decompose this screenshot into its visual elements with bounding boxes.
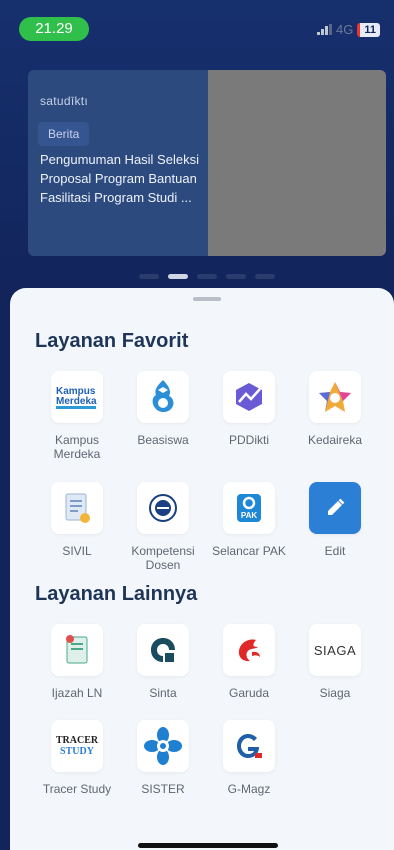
status-indicators: 4G 11 bbox=[317, 22, 380, 37]
service-label: Kompetensi Dosen bbox=[131, 544, 195, 572]
service-label: Beasiswa bbox=[137, 433, 189, 447]
service-label: Kedaireka bbox=[307, 433, 363, 447]
banner-brand: satudīktı bbox=[40, 94, 89, 108]
beasiswa-logo-icon bbox=[137, 371, 189, 423]
sheet-drag-handle[interactable] bbox=[193, 297, 221, 301]
kompetensi-dosen-seal-icon bbox=[137, 482, 189, 534]
favorites-title: Layanan Favorit bbox=[35, 330, 189, 352]
banner-image bbox=[208, 70, 386, 256]
siaga-wordmark: SIAGA bbox=[313, 642, 357, 658]
page-dot[interactable] bbox=[226, 274, 246, 279]
service-label: Sinta bbox=[149, 686, 177, 700]
tracer-study-logo-icon: TRACER STUDY bbox=[51, 720, 103, 772]
page-dot[interactable] bbox=[255, 274, 275, 279]
pddikti-logo-icon bbox=[223, 371, 275, 423]
tracer-wordmark: TRACER bbox=[55, 735, 99, 746]
service-label: Tracer Study bbox=[42, 782, 112, 796]
study-wordmark: STUDY bbox=[60, 746, 94, 757]
g-magz-logo-icon bbox=[223, 720, 275, 772]
garuda-logo-icon bbox=[223, 624, 275, 676]
service-label: Ijazah LN bbox=[51, 686, 103, 700]
ijazah-certificate-icon bbox=[51, 624, 103, 676]
service-tracer-study[interactable]: TRACER STUDY Tracer Study bbox=[32, 720, 122, 796]
service-label: SISTER bbox=[141, 782, 185, 796]
pak-logo-word: PAK bbox=[241, 511, 258, 520]
service-kampus-merdeka[interactable]: Kampus Merdeka Kampus Merdeka bbox=[32, 371, 122, 461]
service-selancar-pak[interactable]: PAK Selancar PAK bbox=[204, 482, 294, 558]
merdeka-logo-word: Merdeka bbox=[56, 396, 97, 407]
page-dot-active[interactable] bbox=[168, 274, 188, 279]
signal-icon bbox=[317, 24, 333, 35]
service-g-magz[interactable]: G-Magz bbox=[204, 720, 294, 796]
status-time: 21.29 bbox=[19, 17, 89, 41]
service-ijazah-ln[interactable]: Ijazah LN bbox=[32, 624, 122, 700]
service-label: PDDikti bbox=[228, 433, 269, 447]
pencil-icon bbox=[309, 482, 361, 534]
edit-favorites-button[interactable]: Edit bbox=[290, 482, 380, 558]
service-label: Siaga bbox=[319, 686, 351, 700]
service-sister[interactable]: SISTER bbox=[118, 720, 208, 796]
service-label: Edit bbox=[324, 544, 346, 558]
kedaireka-logo-icon bbox=[309, 371, 361, 423]
selancar-pak-icon: PAK bbox=[223, 482, 275, 534]
services-sheet: Layanan Favorit Kampus Merdeka Kampus Me… bbox=[10, 288, 394, 850]
service-beasiswa[interactable]: Beasiswa bbox=[118, 371, 208, 447]
battery-icon: 11 bbox=[357, 22, 380, 37]
service-pddikti[interactable]: PDDikti bbox=[204, 371, 294, 447]
kampus-merdeka-logo-icon: Kampus Merdeka bbox=[51, 371, 103, 423]
service-sivil[interactable]: SIVIL bbox=[32, 482, 122, 558]
news-banner[interactable]: satudīktı Berita Pengumuman Hasil Seleks… bbox=[28, 70, 386, 256]
others-title: Layanan Lainnya bbox=[35, 583, 198, 605]
page-dot[interactable] bbox=[197, 274, 217, 279]
service-kedaireka[interactable]: Kedaireka bbox=[290, 371, 380, 447]
service-garuda[interactable]: Garuda bbox=[204, 624, 294, 700]
banner-page-indicator[interactable] bbox=[139, 274, 275, 279]
network-type: 4G bbox=[336, 22, 354, 37]
service-label: Garuda bbox=[228, 686, 270, 700]
service-label: SIVIL bbox=[62, 544, 92, 558]
banner-headline: Pengumuman Hasil Seleksi Proposal Progra… bbox=[40, 152, 199, 205]
siaga-wordmark-icon: SIAGA bbox=[309, 624, 361, 676]
sinta-logo-icon bbox=[137, 624, 189, 676]
service-kompetensi-dosen[interactable]: Kompetensi Dosen bbox=[118, 482, 208, 572]
service-label: Kampus Merdeka bbox=[53, 433, 101, 461]
service-sinta[interactable]: Sinta bbox=[118, 624, 208, 700]
page-dot[interactable] bbox=[139, 274, 159, 279]
sivil-document-icon bbox=[51, 482, 103, 534]
service-siaga[interactable]: SIAGA Siaga bbox=[290, 624, 380, 700]
service-label: G-Magz bbox=[227, 782, 271, 796]
home-indicator[interactable] bbox=[138, 843, 278, 848]
banner-category-tag: Berita bbox=[38, 122, 90, 146]
service-label: Selancar PAK bbox=[212, 544, 286, 558]
sister-logo-icon bbox=[137, 720, 189, 772]
